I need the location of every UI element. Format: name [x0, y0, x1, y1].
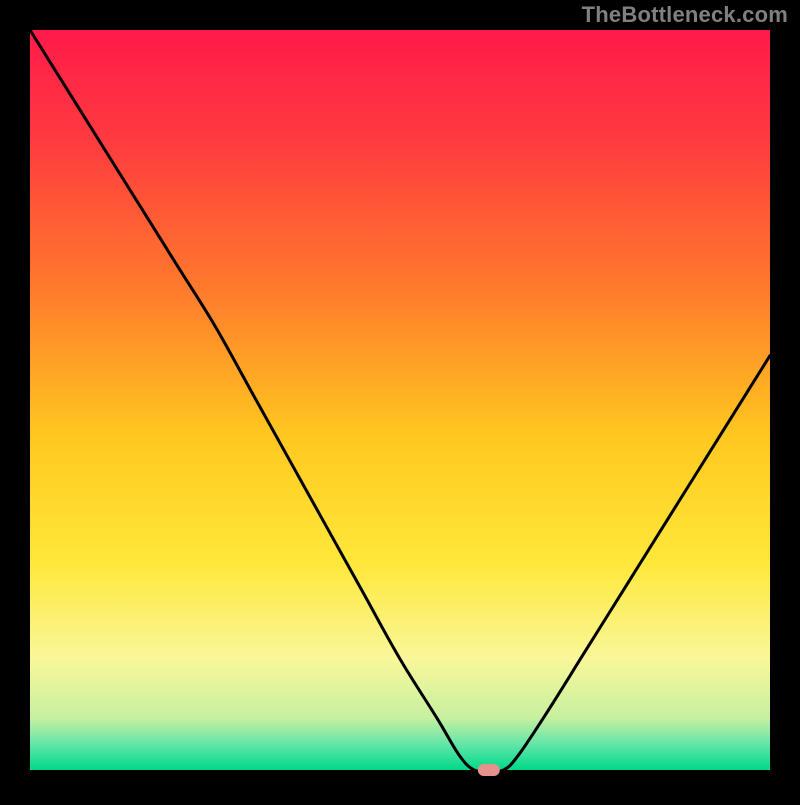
bottleneck-chart: TheBottleneck.com [0, 0, 800, 800]
chart-svg [0, 0, 800, 800]
optimal-point-marker [478, 764, 500, 776]
watermark-text: TheBottleneck.com [582, 2, 788, 28]
